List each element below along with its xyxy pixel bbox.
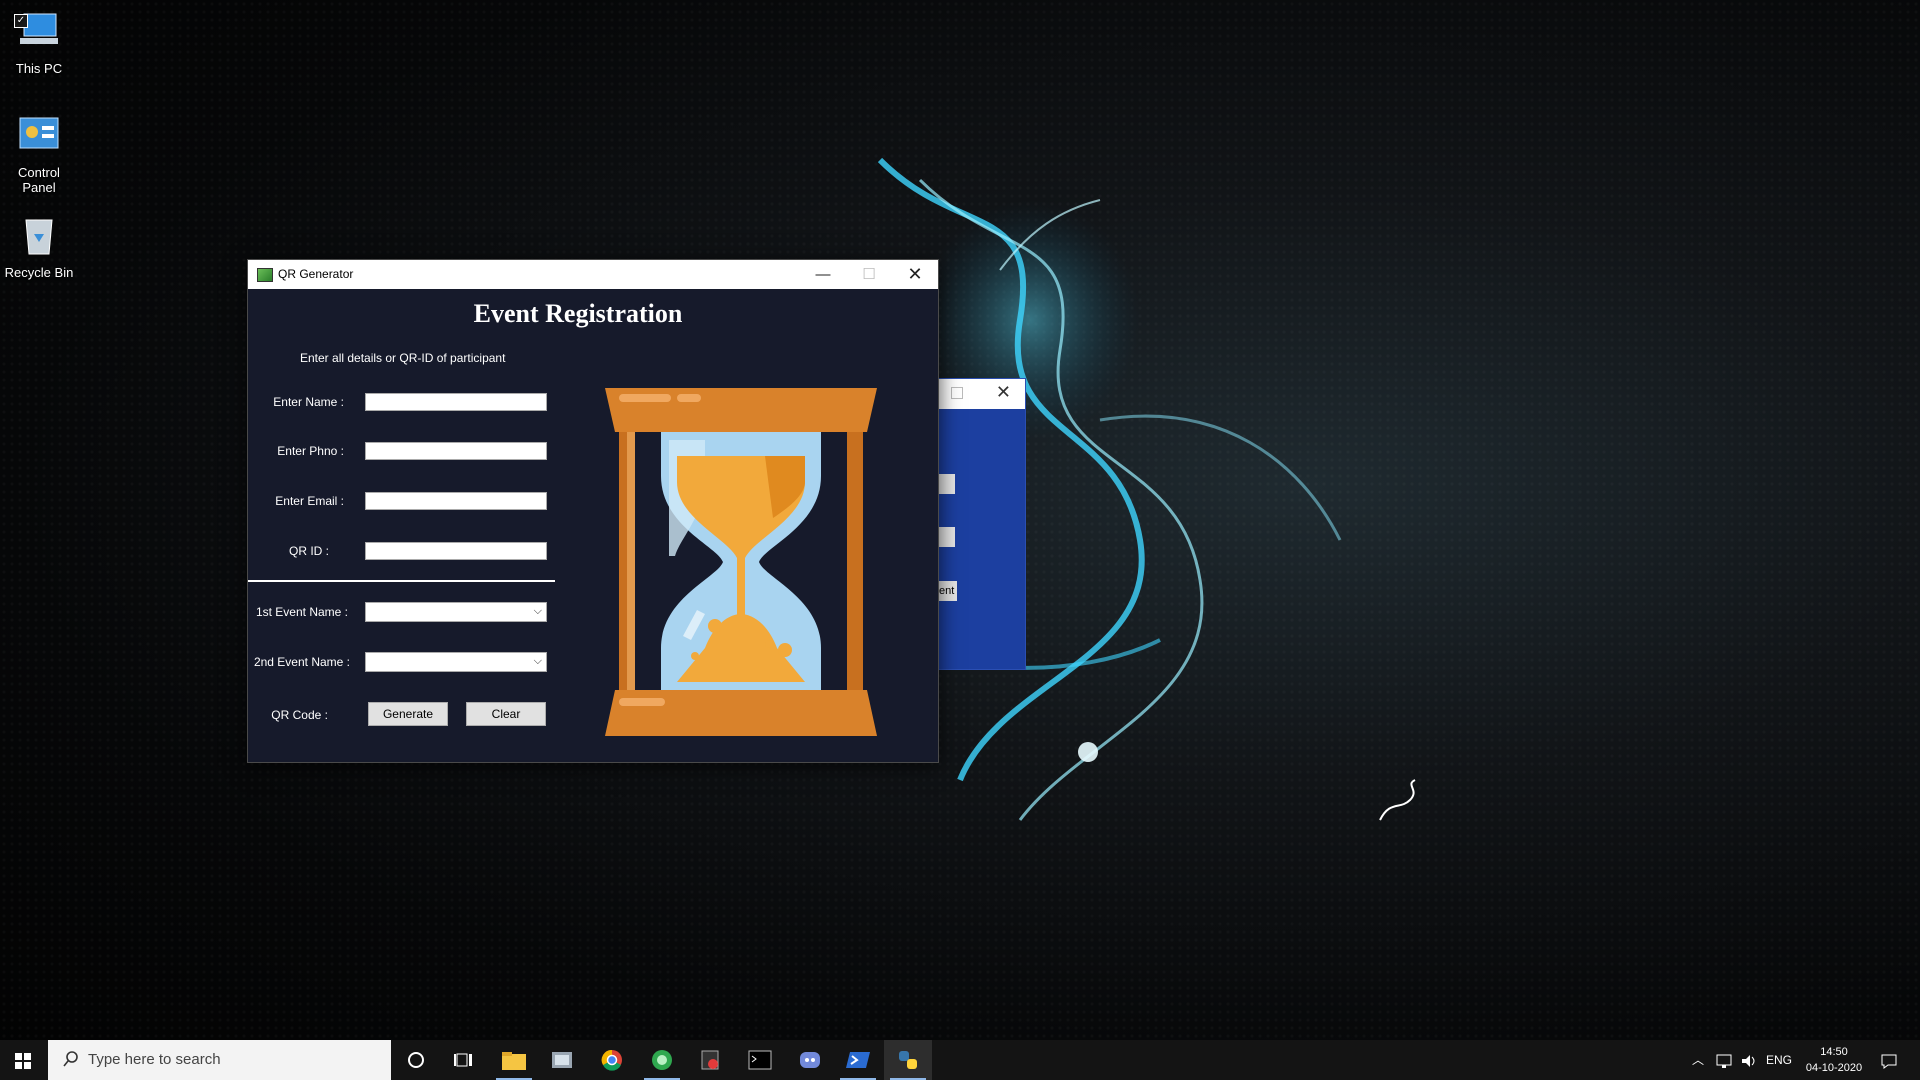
taskbar: Type here to search ︿ ENG 14:50 04-10-20… — [0, 1040, 1920, 1080]
page-title: Event Registration — [473, 299, 683, 328]
powershell-icon[interactable] — [834, 1040, 882, 1080]
desktop-icon-control-panel[interactable]: Control Panel — [0, 112, 78, 195]
qr-generator-window: QR Generator — ☐ ✕ Event Registration En… — [247, 259, 939, 763]
search-placeholder: Type here to search — [88, 1051, 221, 1068]
close-button[interactable]: ✕ — [892, 260, 938, 289]
email-label: Enter Email : — [275, 494, 344, 508]
chrome-icon[interactable] — [588, 1040, 636, 1080]
network-icon[interactable] — [1716, 1040, 1734, 1080]
qr-code-label: QR Code : — [271, 708, 328, 722]
email-input[interactable] — [365, 492, 547, 510]
desktop-icon-label: Recycle Bin — [4, 265, 74, 280]
minimize-button[interactable]: — — [800, 260, 846, 289]
maximize-button[interactable]: ☐ — [846, 260, 892, 289]
terminal-icon[interactable] — [736, 1040, 784, 1080]
app-icon[interactable] — [638, 1040, 686, 1080]
event1-select[interactable]: ⌵ — [365, 602, 547, 622]
chevron-down-icon[interactable]: ⌵ — [534, 605, 542, 618]
event1-label: 1st Event Name : — [255, 605, 348, 619]
background-window-field[interactable] — [939, 527, 955, 547]
task-view-icon[interactable] — [440, 1040, 488, 1080]
cortana-icon[interactable] — [392, 1040, 440, 1080]
settings-icon[interactable] — [538, 1040, 586, 1080]
background-window-titlebar[interactable]: ✕ — [939, 379, 1025, 409]
clock-time: 14:50 — [1820, 1046, 1848, 1058]
chevron-down-icon[interactable]: ⌵ — [534, 655, 542, 668]
checkbox-icon: ✓ — [14, 14, 28, 28]
language-indicator[interactable]: ENG — [1766, 1040, 1792, 1080]
search-icon — [63, 1051, 78, 1067]
background-window-button[interactable]: ent — [939, 581, 957, 601]
instruction-text: Enter all details or QR-ID of participan… — [300, 351, 506, 365]
desktop-icon-this-pc[interactable]: ✓ This PC — [0, 8, 78, 76]
start-button[interactable] — [0, 1040, 46, 1080]
app-icon — [257, 268, 273, 282]
clock-date: 04-10-2020 — [1805, 1062, 1863, 1074]
background-window[interactable]: ✕ ent — [938, 378, 1026, 670]
qr-id-input[interactable] — [365, 542, 547, 560]
event2-label: 2nd Event Name : — [253, 655, 350, 669]
qr-id-label: QR ID : — [288, 544, 329, 558]
notifications-icon[interactable] — [1880, 1040, 1898, 1080]
maximize-icon[interactable] — [951, 387, 963, 399]
close-icon[interactable]: ✕ — [996, 382, 1011, 403]
name-input[interactable] — [365, 393, 547, 411]
generate-button[interactable]: Generate — [368, 702, 448, 726]
clock[interactable]: 14:50 04-10-2020 — [1800, 1044, 1868, 1076]
media-icon[interactable] — [686, 1040, 734, 1080]
desktop-icon-label: This PC — [15, 61, 63, 76]
control-panel-icon — [19, 117, 59, 149]
discord-icon[interactable] — [786, 1040, 834, 1080]
file-explorer-icon[interactable] — [490, 1040, 538, 1080]
window-titlebar[interactable]: QR Generator — ☐ ✕ — [248, 260, 938, 289]
name-label: Enter Name : — [273, 395, 344, 409]
phone-label: Enter Phno : — [277, 444, 344, 458]
hourglass-icon — [605, 388, 877, 736]
chevron-up-icon[interactable]: ︿ — [1692, 1040, 1704, 1080]
taskbar-search[interactable]: Type here to search — [48, 1040, 391, 1080]
background-window-field[interactable] — [939, 474, 955, 494]
window-title: QR Generator — [278, 267, 354, 281]
divider — [248, 580, 555, 582]
recycle-bin-icon — [25, 219, 53, 255]
windows-icon — [15, 1053, 31, 1069]
volume-icon[interactable] — [1740, 1040, 1758, 1080]
desktop-icon-label: Control Panel — [18, 165, 60, 195]
desktop-icon-recycle-bin[interactable]: Recycle Bin — [0, 212, 78, 280]
phone-input[interactable] — [365, 442, 547, 460]
event2-select[interactable]: ⌵ — [365, 652, 547, 672]
clear-button[interactable]: Clear — [466, 702, 546, 726]
python-icon[interactable] — [884, 1040, 932, 1080]
